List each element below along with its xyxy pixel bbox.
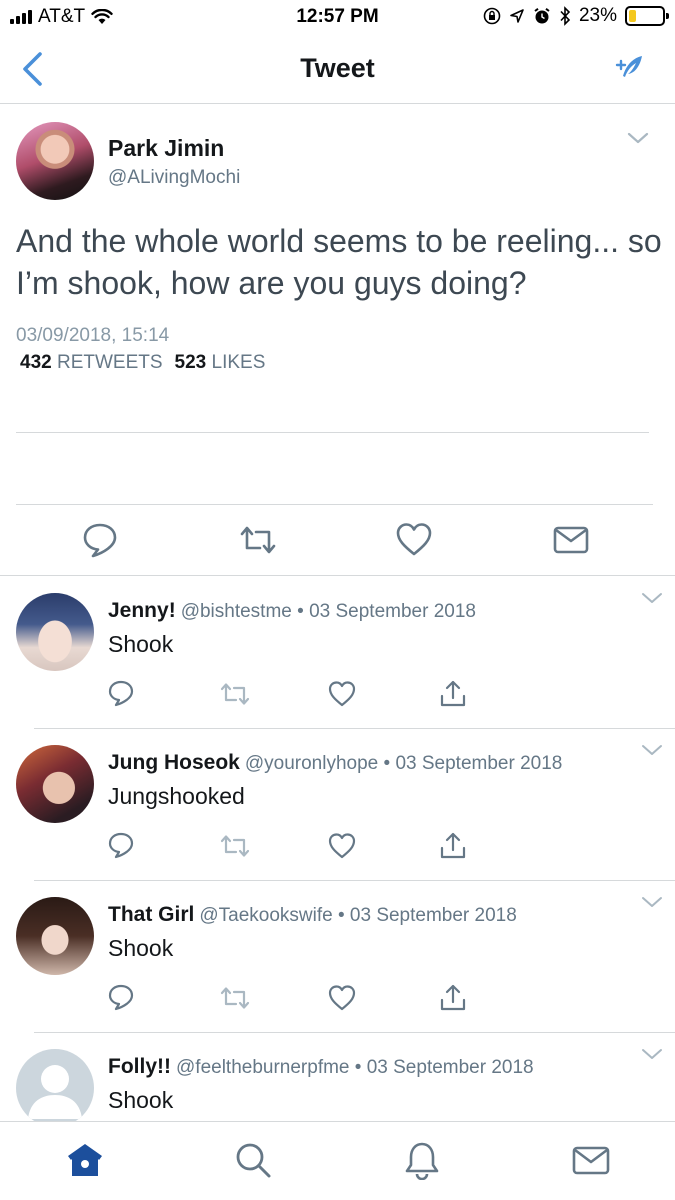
compose-tweet-icon[interactable] xyxy=(613,52,647,86)
direct-message-icon[interactable] xyxy=(551,520,591,560)
battery-icon xyxy=(625,6,669,26)
search-icon[interactable] xyxy=(233,1140,273,1180)
reply-text: Shook xyxy=(108,935,174,961)
status-bar: AT&T 12:57 PM 23% xyxy=(0,0,675,34)
retweet-icon[interactable] xyxy=(220,983,250,1013)
chevron-down-icon[interactable] xyxy=(641,1048,663,1060)
nav-bar: Tweet xyxy=(0,34,675,104)
separator-dot: • xyxy=(383,753,391,774)
reply-date: 03 September 2018 xyxy=(309,601,476,622)
reply-author-name[interactable]: Folly!! xyxy=(108,1055,171,1078)
share-icon[interactable] xyxy=(438,983,468,1013)
retweet-icon[interactable] xyxy=(238,520,278,560)
reply-actions xyxy=(0,983,675,1015)
share-icon[interactable] xyxy=(438,679,468,709)
tweet-stats: 432 RETWEETS 523 LIKES xyxy=(20,352,265,374)
reply-date: 03 September 2018 xyxy=(366,1057,534,1078)
like-icon[interactable] xyxy=(394,520,434,560)
like-icon[interactable] xyxy=(327,679,357,709)
reply-date: 03 September 2018 xyxy=(349,905,517,926)
author-handle[interactable]: @ALivingMochi xyxy=(108,167,240,189)
reply-author-handle[interactable]: @feeltheburnerpfme xyxy=(176,1057,350,1078)
battery-percent: 23% xyxy=(578,5,617,26)
location-icon xyxy=(510,9,524,23)
avatar[interactable] xyxy=(16,897,94,975)
retweet-icon[interactable] xyxy=(220,831,250,861)
reply-author-name[interactable]: That Girl xyxy=(108,903,194,926)
reply-author-handle[interactable]: @Taekookswife xyxy=(199,905,332,926)
chevron-down-icon[interactable] xyxy=(641,896,663,908)
reply-tweet[interactable]: Jung Hoseok @youronlyhope • 03 September … xyxy=(0,729,675,881)
like-count: 523 xyxy=(174,352,207,373)
avatar[interactable] xyxy=(16,1049,94,1127)
like-icon[interactable] xyxy=(327,983,357,1013)
page-title: Tweet xyxy=(300,53,375,83)
notifications-icon[interactable] xyxy=(402,1140,442,1180)
chevron-down-icon[interactable] xyxy=(641,592,663,604)
battery-fill xyxy=(629,10,637,22)
reply-header: Folly!! @feeltheburnerpfme • 03 September… xyxy=(108,1055,534,1079)
messages-icon[interactable] xyxy=(571,1140,611,1180)
bluetooth-icon xyxy=(560,6,571,26)
reply-tweet[interactable]: That Girl @Taekookswife • 03 September 20… xyxy=(0,881,675,1033)
tweet-text: And the whole world seems to be reeling.… xyxy=(16,223,662,301)
reply-actions xyxy=(0,679,675,711)
separator-dot: • xyxy=(337,905,345,926)
avatar[interactable] xyxy=(16,593,94,671)
reply-text: Jungshooked xyxy=(108,783,245,809)
reply-tweet[interactable]: Jenny! @bishtestme • 03 September 2018 Sho… xyxy=(0,577,675,729)
default-avatar-icon xyxy=(28,1065,82,1119)
reply-icon[interactable] xyxy=(106,679,136,709)
reply-text: Shook xyxy=(108,1087,174,1113)
like-icon[interactable] xyxy=(327,831,357,861)
reply-text: Shook xyxy=(108,631,174,657)
alarm-icon xyxy=(534,7,550,24)
author-name[interactable]: Park Jimin xyxy=(108,135,224,162)
reply-icon[interactable] xyxy=(106,831,136,861)
separator-dot: • xyxy=(354,1057,362,1078)
tweet-date: 03/09/2018, 15:14 xyxy=(16,325,170,346)
reply-author-name[interactable]: Jung Hoseok xyxy=(108,751,240,774)
divider xyxy=(0,575,675,576)
reply-author-name[interactable]: Jenny! xyxy=(108,599,176,622)
reply-header: That Girl @Taekookswife • 03 September 20… xyxy=(108,903,517,927)
retweet-count: 432 xyxy=(20,352,52,373)
reply-icon[interactable] xyxy=(80,520,120,560)
main-tweet-actions xyxy=(0,520,675,560)
status-right: 23% xyxy=(483,5,669,27)
share-icon[interactable] xyxy=(438,831,468,861)
retweets-stat[interactable]: 432 RETWEETS xyxy=(20,352,163,374)
avatar[interactable] xyxy=(16,745,94,823)
avatar[interactable] xyxy=(16,122,94,200)
retweet-icon[interactable] xyxy=(220,679,250,709)
like-label: LIKES xyxy=(211,352,266,373)
divider xyxy=(16,504,653,505)
chevron-down-icon[interactable] xyxy=(641,744,663,756)
retweet-label: RETWEETS xyxy=(56,352,163,373)
likes-stat[interactable]: 523 LIKES xyxy=(175,352,266,374)
reply-actions xyxy=(0,831,675,863)
reply-header: Jenny! @bishtestme • 03 September 2018 xyxy=(108,599,476,623)
orientation-lock-icon xyxy=(483,7,501,25)
reply-author-handle[interactable]: @bishtestme xyxy=(181,601,292,622)
separator-dot: • xyxy=(297,601,304,622)
chevron-down-icon[interactable] xyxy=(627,132,649,144)
reply-icon[interactable] xyxy=(106,983,136,1013)
reply-date: 03 September 2018 xyxy=(395,753,563,774)
divider xyxy=(16,432,649,433)
reply-author-handle[interactable]: @youronlyhope xyxy=(245,753,378,774)
tab-bar xyxy=(0,1121,675,1200)
reply-header: Jung Hoseok @youronlyhope • 03 September … xyxy=(108,751,562,775)
home-icon[interactable] xyxy=(65,1140,105,1180)
